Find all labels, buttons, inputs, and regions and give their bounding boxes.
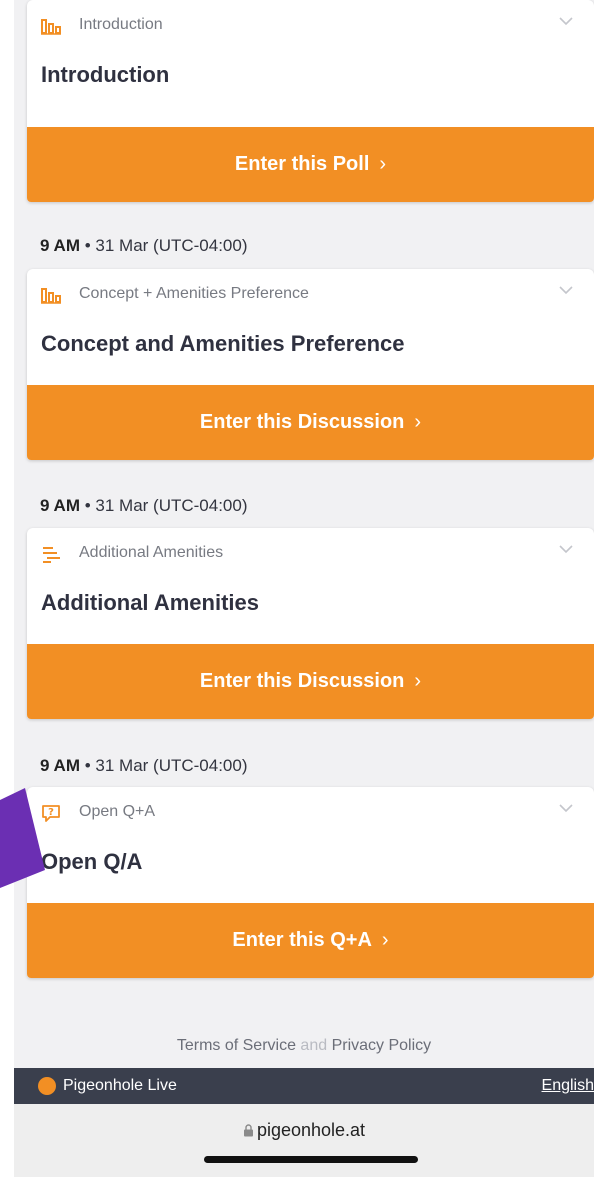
enter-discussion-button[interactable]: Enter this Discussion › — [27, 385, 594, 460]
session-card-additional-amenities: Additional Amenities Additional Amenitie… — [27, 528, 594, 719]
card-header[interactable]: Concept + Amenities Preference — [27, 269, 594, 319]
bar-chart-icon — [41, 286, 61, 304]
svg-text:?: ? — [48, 807, 54, 818]
lock-icon — [243, 1121, 254, 1137]
session-time-hour: 9 AM — [40, 756, 80, 775]
card-type-label: Introduction — [79, 16, 163, 33]
button-label: Enter this Q+A — [232, 929, 372, 951]
brand-name[interactable]: Pigeonhole Live — [63, 1077, 177, 1095]
card-header[interactable]: Additional Amenities — [27, 528, 594, 578]
chevron-down-icon[interactable] — [558, 801, 574, 815]
button-label: Enter this Discussion — [199, 670, 405, 692]
browser-address-bar[interactable]: pigeonhole.at — [14, 1104, 594, 1177]
card-header[interactable]: Introduction — [27, 0, 594, 50]
session-date: • 31 Mar (UTC-04:00) — [80, 236, 248, 255]
session-date: • 31 Mar (UTC-04:00) — [80, 756, 248, 775]
session-time: 9 AM • 31 Mar (UTC-04:00) — [40, 756, 248, 776]
pigeonhole-logo-icon — [38, 1077, 56, 1095]
footer-links: Terms of Service and Privacy Policy — [14, 1037, 594, 1055]
footer-and-text: and — [295, 1037, 332, 1054]
privacy-policy-link[interactable]: Privacy Policy — [332, 1037, 432, 1054]
chevron-down-icon[interactable] — [558, 542, 574, 556]
session-time: 9 AM • 31 Mar (UTC-04:00) — [40, 496, 248, 516]
card-type-label: Additional Amenities — [79, 544, 224, 561]
terms-of-service-link[interactable]: Terms of Service — [177, 1037, 296, 1054]
card-title: Concept and Amenities Preference — [41, 331, 405, 356]
card-type-label: Open Q+A — [79, 803, 156, 820]
brand-bar: Pigeonhole Live English — [14, 1068, 594, 1104]
discussion-bars-icon — [41, 545, 61, 563]
session-time-hour: 9 AM — [40, 236, 80, 255]
home-indicator[interactable] — [204, 1156, 418, 1163]
session-card-introduction: Introduction Introduction Enter this Pol… — [27, 0, 594, 202]
chevron-down-icon[interactable] — [558, 283, 574, 297]
url-text: pigeonhole.at — [256, 1120, 366, 1140]
url-display[interactable]: pigeonhole.at — [14, 1120, 594, 1141]
bar-chart-icon — [41, 17, 61, 35]
session-time-hour: 9 AM — [40, 496, 80, 515]
chevron-down-icon[interactable] — [558, 14, 574, 28]
card-title: Introduction — [41, 62, 170, 87]
card-title: Additional Amenities — [41, 590, 259, 615]
session-card-open-qa: ? Open Q+A Open Q/A Enter this Q+A › — [27, 787, 594, 978]
chevron-right-icon: › — [381, 929, 389, 951]
enter-discussion-button[interactable]: Enter this Discussion › — [27, 644, 594, 719]
card-header[interactable]: ? Open Q+A — [27, 787, 594, 837]
language-selector[interactable]: English — [542, 1077, 594, 1095]
session-time: 9 AM • 31 Mar (UTC-04:00) — [40, 236, 248, 256]
chevron-right-icon: › — [414, 670, 422, 692]
chevron-right-icon: › — [414, 411, 422, 433]
enter-poll-button[interactable]: Enter this Poll › — [27, 127, 594, 202]
card-title: Open Q/A — [41, 849, 143, 874]
session-date: • 31 Mar (UTC-04:00) — [80, 496, 248, 515]
enter-qa-button[interactable]: Enter this Q+A › — [27, 903, 594, 978]
button-label: Enter this Poll — [234, 153, 370, 175]
button-label: Enter this Discussion — [199, 411, 405, 433]
session-card-concept: Concept + Amenities Preference Concept a… — [27, 269, 594, 460]
annotation-arrow-pointer — [0, 788, 45, 888]
chevron-right-icon: › — [379, 153, 387, 175]
card-type-label: Concept + Amenities Preference — [79, 285, 309, 302]
